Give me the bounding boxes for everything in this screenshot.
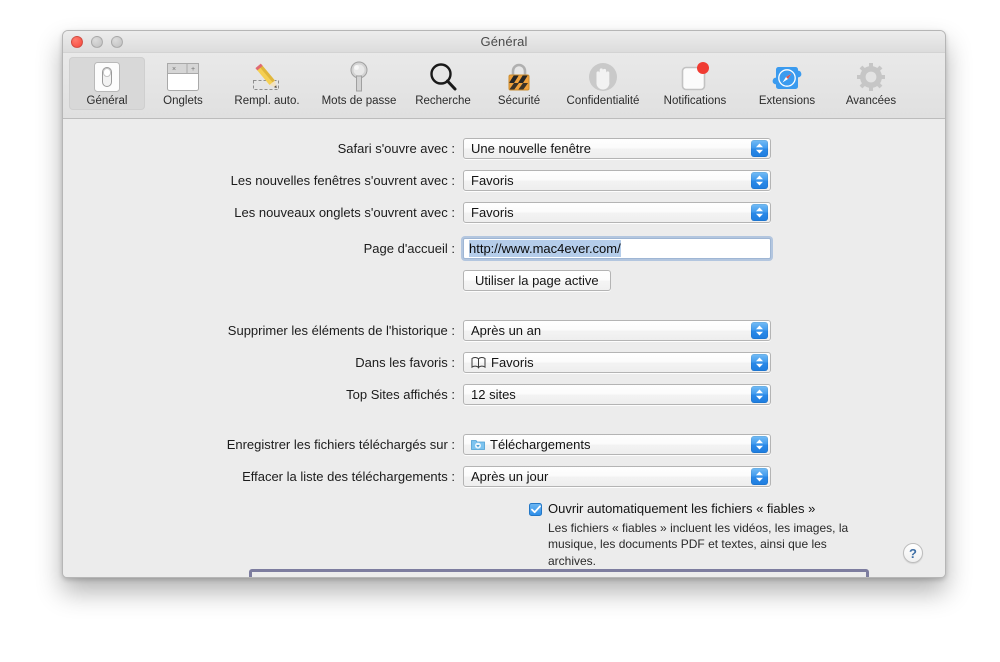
tab-security[interactable]: Sécurité <box>481 57 557 110</box>
chevron-updown-icon[interactable] <box>751 321 768 339</box>
notification-badge-icon <box>650 60 740 94</box>
row-clear-downloads: Effacer la liste des téléchargements : A… <box>63 465 945 487</box>
auto-open-description: Les fichiers « fiables » incluent les vi… <box>548 520 849 568</box>
clear-downloads-label: Effacer la liste des téléchargements : <box>242 468 455 484</box>
row-homepage: Page d'accueil : http://www.mac4ever.com… <box>63 237 945 259</box>
tab-label: Confidentialité <box>566 95 640 107</box>
row-favorites: Dans les favoris : Favoris <box>63 351 945 373</box>
remove-history-value: Après un an <box>471 322 542 338</box>
chevron-updown-icon[interactable] <box>751 467 768 485</box>
help-button[interactable]: ? <box>903 543 923 563</box>
new-windows-value: Favoris <box>471 172 514 188</box>
top-sites-value: 12 sites <box>471 386 516 402</box>
chevron-updown-icon[interactable] <box>751 171 768 189</box>
chevron-updown-icon[interactable] <box>751 139 768 157</box>
favorites-select[interactable]: Favoris <box>463 351 771 373</box>
tab-privacy[interactable]: Confidentialité <box>557 57 649 110</box>
padlock-icon <box>482 60 556 94</box>
tab-label: Mots de passe <box>321 95 397 107</box>
hand-icon <box>558 60 648 94</box>
svg-text:×: × <box>172 66 176 73</box>
tab-label: Rempl. auto. <box>234 95 300 107</box>
new-tabs-value: Favoris <box>471 204 514 220</box>
tab-general[interactable]: Général <box>69 57 145 110</box>
homepage-value: http://www.mac4ever.com/ <box>469 239 621 257</box>
new-tabs-select[interactable]: Favoris <box>463 201 771 223</box>
top-sites-select[interactable]: 12 sites <box>463 383 771 405</box>
remove-history-select[interactable]: Après un an <box>463 319 771 341</box>
tab-label: Notifications <box>663 95 727 107</box>
homepage-input[interactable]: http://www.mac4ever.com/ <box>463 237 771 259</box>
preferences-toolbar: Général × + Onglets Rempl. auto. Mots de… <box>63 53 945 119</box>
chevron-updown-icon[interactable] <box>751 385 768 403</box>
clear-downloads-select[interactable]: Après un jour <box>463 465 771 487</box>
clear-downloads-highlight <box>249 569 869 577</box>
new-windows-select[interactable]: Favoris <box>463 169 771 191</box>
clear-downloads-value: Après un jour <box>471 468 549 484</box>
download-location-select[interactable]: Téléchargements <box>463 433 771 455</box>
tab-notifications[interactable]: Notifications <box>649 57 741 110</box>
favorites-value: Favoris <box>491 354 534 370</box>
tabs-icon: × + <box>146 60 220 94</box>
row-remove-history: Supprimer les éléments de l'historique :… <box>63 319 945 341</box>
key-icon <box>314 60 404 94</box>
window-titlebar: Général <box>63 31 945 53</box>
tab-autofill[interactable]: Rempl. auto. <box>221 57 313 110</box>
tab-advanced[interactable]: Avancées <box>833 57 909 110</box>
tab-passwords[interactable]: Mots de passe <box>313 57 405 110</box>
tab-tabs[interactable]: × + Onglets <box>145 57 221 110</box>
tab-label: Onglets <box>163 95 203 107</box>
tab-label: Général <box>86 95 128 107</box>
magnifier-icon <box>406 60 480 94</box>
preferences-window: Général Général × + Onglets Rempl. auto.… <box>62 30 946 578</box>
safari-opens-select[interactable]: Une nouvelle fenêtre <box>463 137 771 159</box>
tab-label: Sécurité <box>497 95 541 107</box>
tab-search[interactable]: Recherche <box>405 57 481 110</box>
chevron-updown-icon[interactable] <box>751 203 768 221</box>
chevron-updown-icon[interactable] <box>751 353 768 371</box>
autofill-pencil-icon <box>222 60 312 94</box>
row-new-windows: Les nouvelles fenêtres s'ouvrent avec : … <box>63 169 945 191</box>
auto-open-label: Ouvrir automatiquement les fichiers « fi… <box>548 501 816 516</box>
general-switch-icon <box>70 60 144 94</box>
row-safari-opens: Safari s'ouvre avec : Une nouvelle fenêt… <box>63 137 945 159</box>
tab-label: Recherche <box>415 95 471 107</box>
use-current-page-button[interactable]: Utiliser la page active <box>463 269 611 291</box>
book-icon <box>471 356 486 369</box>
preferences-content: Safari s'ouvre avec : Une nouvelle fenêt… <box>63 119 945 577</box>
tab-label: Avancées <box>845 95 897 107</box>
tab-extensions[interactable]: Extensions <box>741 57 833 110</box>
row-use-current-page: Utiliser la page active <box>63 269 945 291</box>
auto-open-block: Ouvrir automatiquement les fichiers « fi… <box>529 501 859 569</box>
row-download-location: Enregistrer les fichiers téléchargés sur… <box>63 433 945 455</box>
downloads-folder-icon <box>471 438 485 451</box>
window-title: Général <box>480 34 528 49</box>
homepage-label: Page d'accueil : <box>363 240 455 256</box>
row-new-tabs: Les nouveaux onglets s'ouvrent avec : Fa… <box>63 201 945 223</box>
svg-text:+: + <box>191 66 195 73</box>
new-windows-label: Les nouvelles fenêtres s'ouvrent avec : <box>230 172 455 188</box>
gear-icon <box>834 60 908 94</box>
auto-open-checkbox-row[interactable]: Ouvrir automatiquement les fichiers « fi… <box>529 501 859 518</box>
safari-opens-value: Une nouvelle fenêtre <box>471 140 591 156</box>
remove-history-label: Supprimer les éléments de l'historique : <box>227 322 455 338</box>
download-location-label: Enregistrer les fichiers téléchargés sur… <box>226 436 455 452</box>
checkmark-icon[interactable] <box>529 503 542 516</box>
extensions-puzzle-icon <box>742 60 832 94</box>
top-sites-label: Top Sites affichés : <box>346 386 455 402</box>
tab-label: Extensions <box>758 95 816 107</box>
row-top-sites: Top Sites affichés : 12 sites <box>63 383 945 405</box>
safari-opens-label: Safari s'ouvre avec : <box>337 140 455 156</box>
chevron-updown-icon[interactable] <box>751 435 768 453</box>
favorites-label: Dans les favoris : <box>355 354 455 370</box>
new-tabs-label: Les nouveaux onglets s'ouvrent avec : <box>234 204 455 220</box>
download-location-value: Téléchargements <box>490 436 591 452</box>
